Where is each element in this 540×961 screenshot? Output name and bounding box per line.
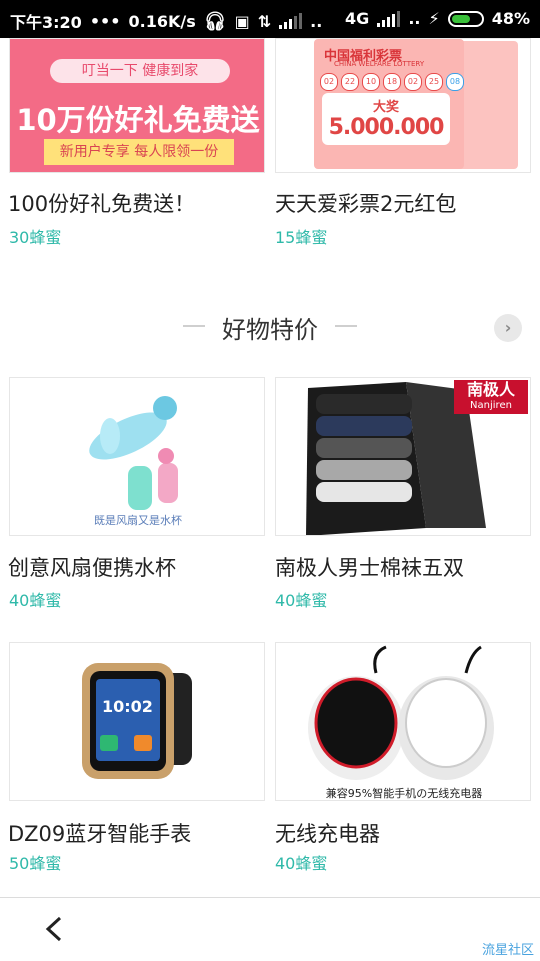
product-caption: 既是风扇又是水杯 bbox=[94, 514, 182, 527]
product-price: 40蜂蜜 bbox=[275, 854, 328, 873]
status-left: 下午3:20 ••• 0.16K/s 🎧︎ ▣ ⇅ .. bbox=[10, 9, 322, 33]
lottery-ball: 25 bbox=[425, 73, 443, 91]
lottery-balls: 02 22 10 18 02 25 08 bbox=[320, 73, 464, 91]
signal-icon-2 bbox=[377, 10, 401, 27]
battery-percent: 48% bbox=[491, 9, 530, 28]
lottery-ball: 22 bbox=[341, 73, 359, 91]
bottom-navbar bbox=[0, 897, 540, 961]
promo-image-lottery[interactable]: 中国福利彩票 CHINA WELFARE LOTTERY 02 22 10 18 02 2… bbox=[275, 38, 531, 173]
signal-icon-1 bbox=[279, 13, 303, 29]
brand-name-en: Nanjiren bbox=[470, 400, 512, 411]
product-price: 40蜂蜜 bbox=[275, 591, 328, 610]
headphones-icon: 🎧︎ bbox=[203, 10, 227, 32]
status-speed: 0.16K/s bbox=[128, 11, 196, 31]
section-more-chevron-icon[interactable]: › bbox=[494, 314, 522, 342]
more-dots-icon-2: .. bbox=[310, 11, 323, 31]
product-price: 50蜂蜜 bbox=[9, 854, 62, 873]
brand-name: 南极人 bbox=[466, 380, 515, 399]
ticket-front: 中国福利彩票 CHINA WELFARE LOTTERY 02 22 10 18 02 2… bbox=[314, 39, 464, 169]
charging-bolt-icon: ⚡︎ bbox=[428, 9, 440, 28]
product-title[interactable]: 创意风扇便携水杯 bbox=[8, 552, 176, 582]
prize-value: 5.000.000 bbox=[328, 115, 445, 140]
battery-icon bbox=[447, 10, 484, 27]
card-title[interactable]: 100份好礼免费送！ bbox=[8, 188, 195, 218]
product-title[interactable]: DZ09蓝牙智能手表 bbox=[8, 818, 191, 848]
status-right: 4G .. ⚡︎ 48% bbox=[345, 9, 530, 28]
promo-headline: 10万份好礼免费送 bbox=[16, 103, 260, 137]
back-chevron-icon[interactable] bbox=[40, 914, 70, 944]
status-bar: 下午3:20 ••• 0.16K/s 🎧︎ ▣ ⇅ .. 4G .. ⚡︎ 48… bbox=[0, 0, 540, 38]
lottery-ball: 18 bbox=[383, 73, 401, 91]
card-price: 15蜂蜜 bbox=[275, 228, 328, 247]
data-transfer-icon: ⇅ bbox=[257, 11, 272, 31]
brand-badge: 南极人 Nanjiren bbox=[454, 380, 528, 414]
lottery-logo-en: CHINA WELFARE LOTTERY bbox=[334, 60, 425, 68]
product-image-fan-bottle[interactable]: 既是风扇又是水杯 bbox=[9, 377, 265, 536]
network-type: 4G bbox=[345, 9, 370, 28]
section-title: 好物特价 bbox=[222, 316, 318, 344]
product-price: 40蜂蜜 bbox=[9, 591, 62, 610]
product-image-watch[interactable]: 10:02 bbox=[9, 642, 265, 801]
promo-band: 叮当一下 健康到家 bbox=[50, 59, 230, 83]
product-image-charger[interactable]: 兼容95%智能手机の无线充电器 bbox=[275, 642, 531, 801]
prize-label: 大奖 bbox=[372, 100, 399, 115]
vibrate-off-icon: ▣ bbox=[234, 11, 250, 31]
more-dots-icon-3: .. bbox=[408, 9, 421, 28]
prize-box: 大奖 5.000.000 bbox=[322, 93, 450, 145]
watch-time: 10:02 bbox=[102, 697, 153, 716]
section-header: 好物特价 bbox=[0, 306, 540, 346]
card-title[interactable]: 天天爱彩票2元红包 bbox=[275, 188, 456, 218]
lottery-ball: 02 bbox=[320, 73, 338, 91]
product-caption: 兼容95%智能手机の无线充电器 bbox=[325, 787, 483, 800]
product-title[interactable]: 南极人男士棉袜五双 bbox=[275, 552, 464, 582]
promo-image-gifts[interactable]: 叮当一下 健康到家 10万份好礼免费送 新用户专享 每人限领一份 bbox=[9, 38, 265, 173]
product-image-socks[interactable]: 南极人 Nanjiren bbox=[275, 377, 531, 536]
lottery-ball: 02 bbox=[404, 73, 422, 91]
watermark: 流星社区 bbox=[481, 943, 534, 958]
divider-right bbox=[335, 325, 357, 327]
promo-footer: 新用户专享 每人限领一份 bbox=[44, 139, 234, 165]
status-time: 下午3:20 bbox=[10, 13, 82, 32]
lottery-ball: 08 bbox=[446, 73, 464, 91]
card-price: 30蜂蜜 bbox=[9, 228, 62, 247]
product-title[interactable]: 无线充电器 bbox=[275, 818, 380, 848]
lottery-ball: 10 bbox=[362, 73, 380, 91]
more-dots-icon: ••• bbox=[89, 11, 121, 31]
smartwatch-image bbox=[82, 663, 192, 779]
wireless-charger-image bbox=[308, 645, 494, 780]
